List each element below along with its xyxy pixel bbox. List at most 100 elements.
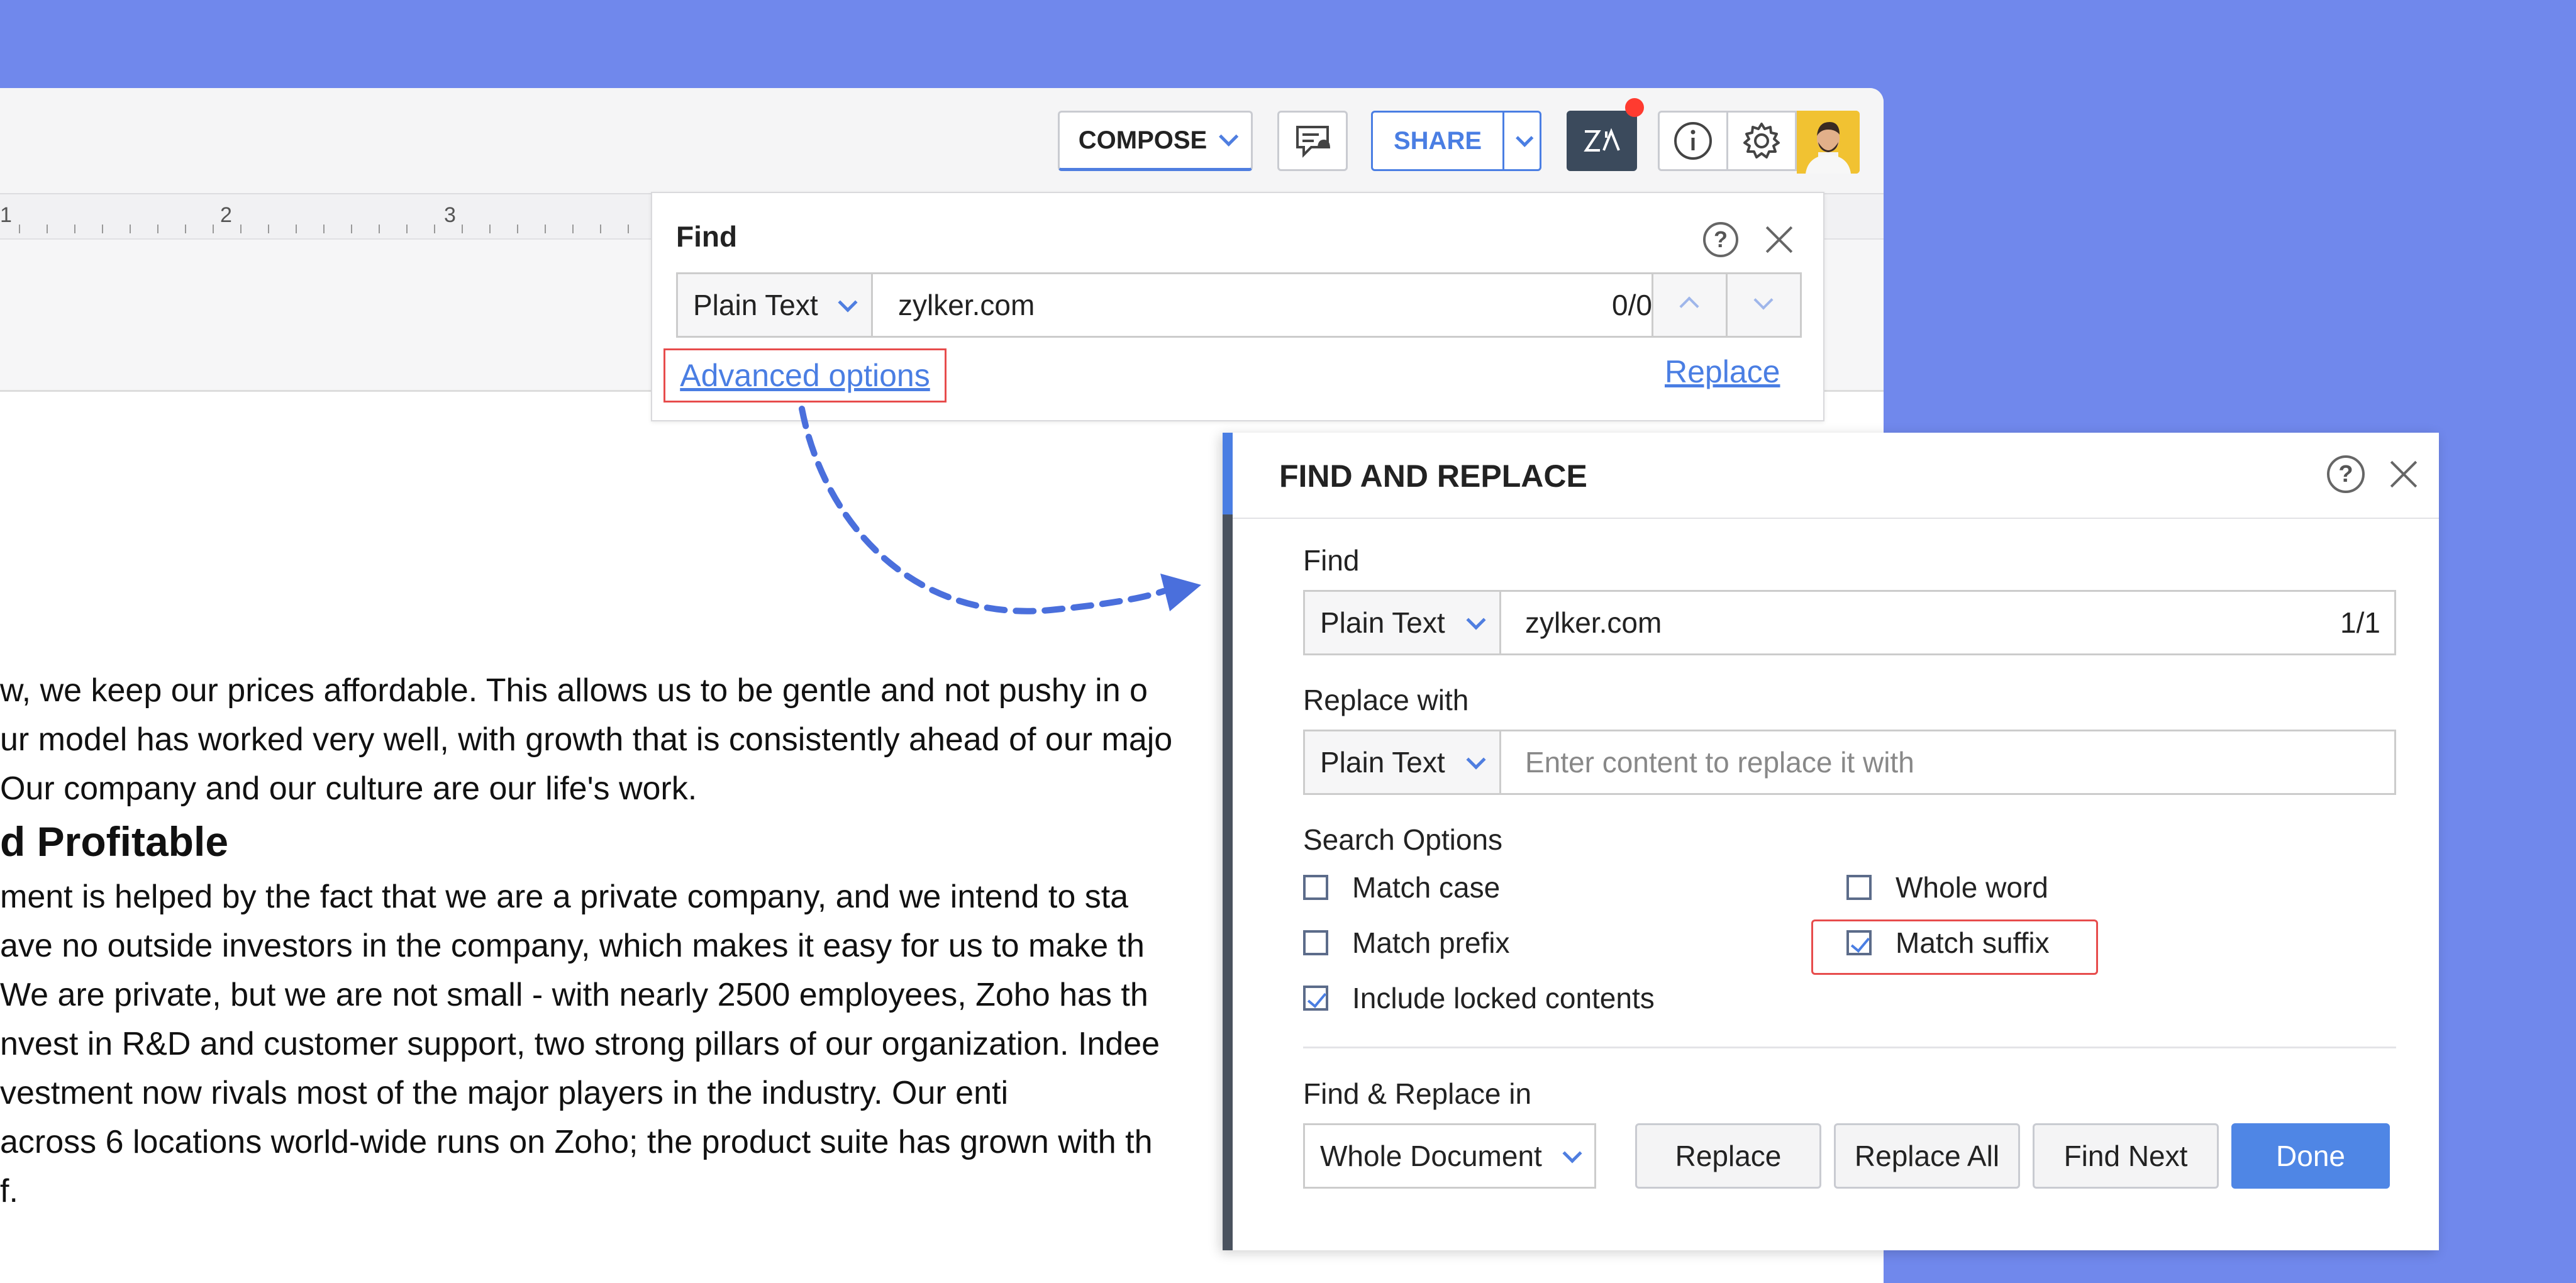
include-locked-option[interactable]: Include locked contents: [1303, 981, 1655, 1015]
chevron-down-icon: [838, 292, 858, 313]
ruler-tick: [434, 225, 435, 233]
ruler-tick: [240, 225, 242, 233]
ruler-tick: [185, 225, 186, 233]
find-bar-title: Find: [676, 220, 738, 253]
ruler-tick: [130, 225, 131, 233]
section-heading: d Profitable: [0, 818, 229, 865]
find-input-row: Plain Text zylker.com 0/0: [676, 272, 1802, 338]
whole-word-label: Whole word: [1896, 871, 2048, 904]
match-case-checkbox[interactable]: [1303, 875, 1328, 900]
user-avatar-icon: [1797, 111, 1860, 174]
paragraph-line: nvest in R&D and customer support, two s…: [0, 1026, 1160, 1062]
find-bar: Find ? Plain Text zylker.com 0/0 Advance…: [651, 192, 1824, 421]
paragraph-line: We are private, but we are not small - w…: [0, 977, 1148, 1013]
top-toolbar: COMPOSE SHARE: [0, 88, 1884, 194]
ruler-tick: [628, 225, 629, 233]
paragraph-line: w, we keep our prices affordable. This a…: [0, 672, 1148, 709]
dashed-arrow-icon: [799, 406, 1201, 614]
compose-button[interactable]: COMPOSE: [1058, 111, 1253, 171]
ruler-tick: [74, 225, 75, 233]
match-case-label: Match case: [1352, 871, 1501, 904]
whole-word-option[interactable]: Whole word: [1846, 870, 2048, 904]
find-input[interactable]: zylker.com: [898, 274, 1035, 336]
ruler-tick: [489, 225, 491, 233]
ruler-mark: 2: [220, 203, 232, 227]
find-mode-select[interactable]: Plain Text: [1305, 592, 1501, 653]
find-replace-dialog: FIND AND REPLACE ? Find Plain Text zylke…: [1223, 433, 2439, 1250]
help-icon[interactable]: ?: [2327, 455, 2365, 493]
match-count: 0/0: [1612, 289, 1652, 321]
find-label: Find: [1303, 544, 1360, 577]
chevron-down-icon: [1562, 1143, 1582, 1164]
info-icon: [1674, 122, 1712, 160]
match-prefix-option[interactable]: Match prefix: [1303, 926, 1510, 960]
compose-label: COMPOSE: [1078, 126, 1208, 154]
search-mode-value: Plain Text: [693, 289, 818, 321]
share-button[interactable]: SHARE: [1371, 111, 1504, 171]
ruler-tick: [406, 225, 408, 233]
ruler-tick: [462, 225, 463, 233]
scope-select[interactable]: Whole Document: [1303, 1123, 1596, 1189]
match-count: 1/1: [2340, 606, 2380, 639]
previous-match-button[interactable]: [1652, 274, 1726, 336]
settings-button[interactable]: [1726, 111, 1797, 171]
search-options-label: Search Options: [1303, 823, 1503, 856]
replace-all-button[interactable]: Replace All: [1834, 1123, 2020, 1189]
share-dropdown-button[interactable]: [1502, 111, 1541, 171]
find-next-button[interactable]: Find Next: [2033, 1123, 2219, 1189]
chevron-up-icon: [1679, 296, 1699, 316]
search-mode-select[interactable]: Plain Text: [678, 274, 873, 336]
include-locked-label: Include locked contents: [1352, 982, 1655, 1014]
ruler-tick: [351, 225, 352, 233]
ruler-tick: [600, 225, 601, 233]
ruler-tick: [572, 225, 574, 233]
paragraph-line: Our company and our culture are our life…: [0, 770, 697, 807]
paragraph-line: ave no outside investors in the company,…: [0, 928, 1145, 964]
ruler-tick: [296, 225, 297, 233]
next-match-button[interactable]: [1726, 274, 1800, 336]
zia-icon: [1584, 128, 1620, 152]
replace-button[interactable]: Replace: [1635, 1123, 1821, 1189]
paragraph-line: ur model has worked very well, with grow…: [0, 721, 1173, 758]
dialog-accent-bar: [1223, 433, 1233, 514]
gear-icon: [1743, 123, 1780, 158]
chevron-down-icon: [1466, 610, 1486, 630]
ruler-tick: [213, 225, 214, 233]
chevron-down-icon: [1466, 750, 1486, 770]
find-mode-value: Plain Text: [1320, 606, 1445, 639]
comment-bell-icon: [1296, 126, 1330, 158]
dialog-header: FIND AND REPLACE ?: [1233, 433, 2439, 519]
whole-word-checkbox[interactable]: [1846, 875, 1872, 900]
match-prefix-checkbox[interactable]: [1303, 930, 1328, 955]
paragraph-line: f.: [0, 1173, 18, 1209]
match-case-option[interactable]: Match case: [1303, 870, 1500, 904]
notification-dot: [1625, 98, 1644, 117]
chevron-down-icon: [1516, 129, 1534, 147]
close-icon[interactable]: [2389, 459, 2419, 489]
advanced-options-link[interactable]: Advanced options: [663, 348, 947, 403]
info-button[interactable]: [1658, 111, 1728, 171]
find-input[interactable]: zylker.com: [1525, 592, 1662, 653]
ruler-tick: [157, 225, 158, 233]
match-prefix-label: Match prefix: [1352, 926, 1510, 959]
replace-mode-select[interactable]: Plain Text: [1305, 731, 1501, 793]
replace-input[interactable]: Enter content to replace it with: [1525, 731, 1914, 793]
replace-link[interactable]: Replace: [1665, 353, 1780, 390]
ruler-mark: 3: [444, 203, 456, 227]
replace-mode-value: Plain Text: [1320, 746, 1445, 779]
include-locked-checkbox[interactable]: [1303, 986, 1328, 1011]
ruler-tick: [545, 225, 546, 233]
scope-label: Find & Replace in: [1303, 1077, 1532, 1110]
zia-button[interactable]: [1567, 111, 1637, 171]
done-button[interactable]: Done: [2231, 1123, 2390, 1189]
ruler-tick: [323, 225, 325, 233]
ruler-mark: 1: [0, 203, 12, 227]
divider: [1303, 1047, 2396, 1048]
avatar[interactable]: [1797, 111, 1860, 174]
help-icon[interactable]: ?: [1703, 222, 1738, 257]
comment-notification-button[interactable]: [1277, 111, 1348, 171]
ruler-tick: [268, 225, 269, 233]
close-icon[interactable]: [1764, 225, 1794, 255]
scope-value: Whole Document: [1320, 1140, 1542, 1172]
share-label: SHARE: [1393, 126, 1482, 155]
